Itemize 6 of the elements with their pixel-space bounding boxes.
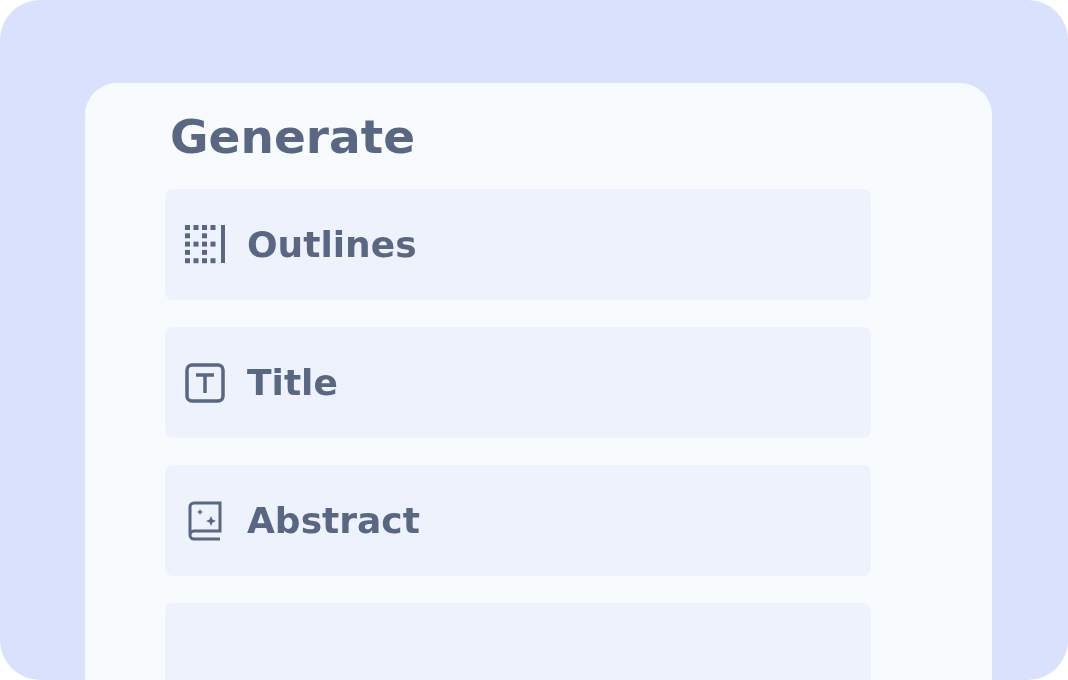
text-icon — [185, 362, 225, 403]
panel-heading: Generate — [170, 108, 417, 166]
menu-item[interactable]: Outlines — [165, 189, 871, 300]
menu-item[interactable]: Title — [165, 327, 871, 438]
grid-icon — [185, 224, 225, 265]
menu-item[interactable]: Abstract — [165, 465, 871, 576]
